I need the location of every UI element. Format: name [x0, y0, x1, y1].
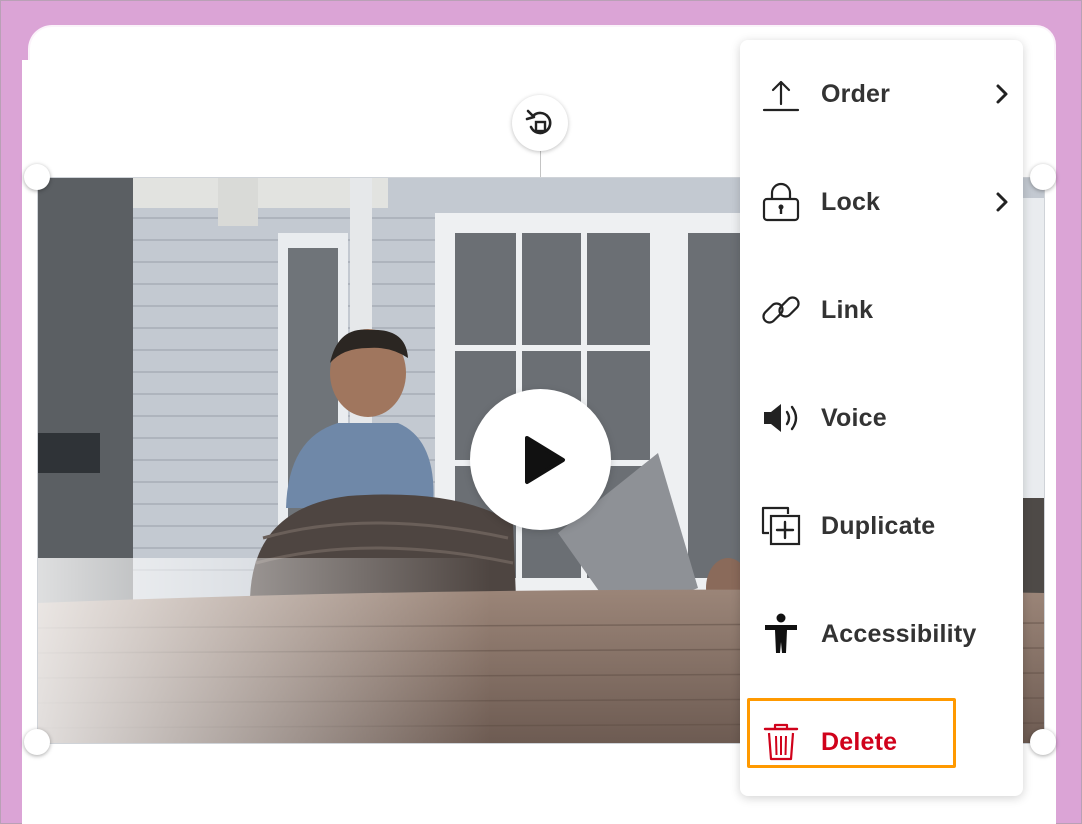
rotate-handle[interactable]	[512, 95, 568, 151]
context-menu: Order Lock Link Voice Duplicate Accessib…	[740, 40, 1023, 796]
resize-handle-top-left[interactable]	[24, 164, 50, 190]
menu-item-label: Lock	[821, 187, 881, 216]
lock-icon	[760, 181, 802, 223]
menu-item-delete[interactable]: Delete	[740, 688, 1023, 796]
rotate-connector	[540, 150, 541, 177]
menu-item-order[interactable]: Order	[740, 40, 1023, 148]
menu-item-label: Link	[821, 295, 874, 324]
menu-item-link[interactable]: Link	[740, 256, 1023, 364]
menu-item-accessibility[interactable]: Accessibility	[740, 580, 1023, 688]
menu-item-voice[interactable]: Voice	[740, 364, 1023, 472]
chevron-right-icon	[992, 79, 1012, 109]
duplicate-icon	[760, 505, 802, 547]
play-button[interactable]	[470, 389, 611, 530]
resize-handle-top-right[interactable]	[1030, 164, 1056, 190]
resize-handle-bottom-left[interactable]	[24, 729, 50, 755]
accessibility-icon	[760, 613, 802, 655]
trash-icon	[760, 721, 802, 763]
menu-item-label: Order	[821, 79, 891, 108]
menu-item-duplicate[interactable]: Duplicate	[740, 472, 1023, 580]
menu-item-label: Accessibility	[821, 619, 977, 648]
resize-handle-bottom-right[interactable]	[1030, 729, 1056, 755]
link-icon	[760, 289, 802, 331]
menu-item-lock[interactable]: Lock	[740, 148, 1023, 256]
rotate-icon	[525, 109, 552, 135]
speaker-icon	[760, 397, 802, 439]
order-up-icon	[760, 73, 802, 115]
play-icon	[524, 435, 565, 484]
menu-item-label: Voice	[821, 403, 887, 432]
menu-item-label: Duplicate	[821, 511, 936, 540]
menu-item-label: Delete	[821, 727, 898, 756]
chevron-right-icon	[992, 187, 1012, 217]
